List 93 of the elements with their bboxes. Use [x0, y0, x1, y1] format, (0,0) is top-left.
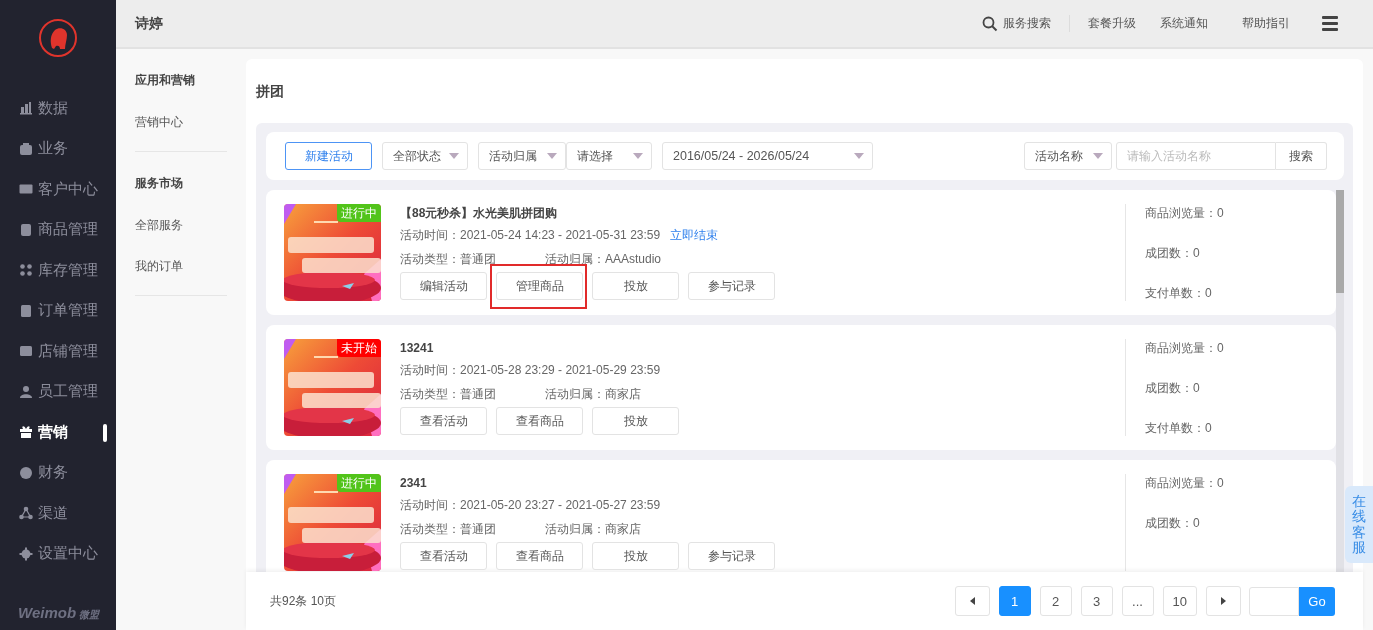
action-button[interactable]: 编辑活动	[400, 272, 487, 300]
end-now-link[interactable]: 立即结束	[670, 226, 719, 244]
activity-type: 活动类型：普通团	[400, 386, 497, 403]
page-button[interactable]: 3	[1080, 586, 1113, 616]
nav-link[interactable]: 营销中心	[135, 114, 227, 130]
top-link[interactable]: 帮助指引	[1242, 15, 1290, 32]
status-badge: 进行中	[337, 474, 381, 492]
dropdown[interactable]: 活动名称	[1024, 142, 1112, 170]
stat-text: 成团数：0	[1145, 245, 1201, 262]
sidebar-item[interactable]: 客户中心	[0, 169, 116, 210]
activity-type: 活动类型：普通团	[400, 521, 497, 538]
stat-text: 商品浏览量：0	[1145, 205, 1224, 222]
activity-owner: 活动归属：AAAstudio	[545, 251, 662, 268]
new-activity-button[interactable]: 新建活动	[285, 142, 372, 170]
brand-name: 微盟	[79, 608, 100, 622]
sidebar-item[interactable]: 商品管理	[0, 209, 116, 250]
page-summary: 共92条 10页	[270, 592, 337, 610]
gift-icon	[19, 425, 33, 440]
logo-icon	[38, 18, 78, 58]
action-button[interactable]: 投放	[592, 542, 679, 570]
next-page-button[interactable]	[1206, 586, 1241, 616]
page-button[interactable]: 2	[1039, 586, 1072, 616]
sidebar-item[interactable]: 设置中心	[0, 533, 116, 574]
activity-time: 活动时间：2021-05-24 14:23 - 2021-05-31 23:59	[400, 227, 661, 244]
caret-icon	[547, 153, 557, 159]
page-title: 拼团	[256, 82, 285, 101]
search-button[interactable]: 搜索	[1276, 142, 1327, 170]
section-heading: 应用和营销	[135, 72, 196, 88]
caret-icon	[633, 153, 643, 159]
dropdown[interactable]: 2016/05/24 - 2026/05/24	[662, 142, 873, 170]
stat-text: 支付单数：0	[1145, 285, 1213, 302]
caret-icon	[449, 153, 459, 159]
page-button[interactable]: ...	[1121, 586, 1154, 616]
caret-icon	[1093, 153, 1103, 159]
stat-text: 成团数：0	[1145, 380, 1201, 397]
page-button[interactable]: 10	[1162, 586, 1197, 616]
action-button[interactable]: 管理商品	[496, 272, 583, 300]
sidebar-item[interactable]: 财务	[0, 452, 116, 493]
bar-chart-icon	[19, 101, 33, 116]
status-badge: 进行中	[337, 204, 381, 222]
section-heading: 服务市场	[135, 175, 184, 191]
activity-time: 活动时间：2021-05-28 23:29 - 2021-05-29 23:59	[400, 362, 661, 379]
activity-type: 活动类型：普通团	[400, 251, 497, 268]
sidebar-item[interactable]: 数据	[0, 88, 116, 129]
scrollbar[interactable]	[1336, 190, 1344, 572]
activity-title: 【88元秒杀】水光美肌拼团购	[400, 205, 559, 222]
sidebar-item[interactable]: 营销	[0, 412, 116, 453]
dropdown[interactable]: 请选择	[566, 142, 652, 170]
search-link[interactable]: 服务搜索	[982, 15, 1070, 32]
top-link[interactable]: 套餐升级	[1088, 15, 1136, 32]
dropdown[interactable]: 活动归属	[478, 142, 566, 170]
stat-text: 商品浏览量：0	[1145, 340, 1224, 357]
nav-link[interactable]: 全部服务	[135, 217, 227, 233]
sidebar-item[interactable]: 订单管理	[0, 290, 116, 331]
page-number-field[interactable]	[1249, 586, 1299, 616]
sidebar-item[interactable]: 员工管理	[0, 371, 116, 412]
dropdown[interactable]: 全部状态	[382, 142, 468, 170]
sidebar-item[interactable]: 库存管理	[0, 250, 116, 291]
briefcase-icon	[19, 141, 33, 156]
action-button[interactable]: 参与记录	[688, 542, 775, 570]
store-name: 诗婷	[133, 14, 163, 33]
action-button[interactable]: 查看活动	[400, 407, 487, 435]
activity-owner: 活动归属：商家店	[545, 386, 641, 403]
action-button[interactable]: 参与记录	[688, 272, 775, 300]
activity-title: 13241	[400, 340, 435, 357]
stat-text: 支付单数：0	[1145, 420, 1213, 437]
activity-owner: 活动归属：商家店	[545, 521, 641, 538]
caret-icon	[854, 153, 864, 159]
brand-name: Weimob	[18, 604, 77, 621]
network-icon	[19, 506, 33, 521]
sidebar-item[interactable]: 店铺管理	[0, 331, 116, 372]
activity-title: 2341	[400, 475, 428, 492]
menu-icon[interactable]	[1322, 16, 1338, 31]
search-field[interactable]: 请输入活动名称	[1116, 142, 1276, 170]
caret-left-icon	[969, 597, 975, 605]
action-button[interactable]: 查看商品	[496, 407, 583, 435]
previous-page-button[interactable]	[954, 586, 990, 616]
sidebar-item[interactable]: 业务	[0, 128, 116, 169]
search-icon	[982, 15, 998, 32]
action-button[interactable]: 查看活动	[400, 542, 487, 570]
stat-text: 商品浏览量：0	[1145, 475, 1224, 492]
caret-right-icon	[1221, 597, 1226, 605]
top-link[interactable]: 系统通知	[1160, 15, 1208, 32]
nav-link[interactable]: 我的订单	[135, 258, 227, 274]
action-button[interactable]: 投放	[592, 272, 679, 300]
sidebar-item[interactable]: 渠道	[0, 493, 116, 534]
activity-time: 活动时间：2021-05-20 23:27 - 2021-05-27 23:59	[400, 497, 661, 514]
dots-grid-icon	[19, 263, 33, 278]
person-icon	[19, 384, 33, 399]
stat-text: 成团数：0	[1145, 515, 1201, 532]
action-button[interactable]: 查看商品	[496, 542, 583, 570]
action-button[interactable]: 投放	[592, 407, 679, 435]
status-badge: 未开始	[337, 339, 381, 357]
